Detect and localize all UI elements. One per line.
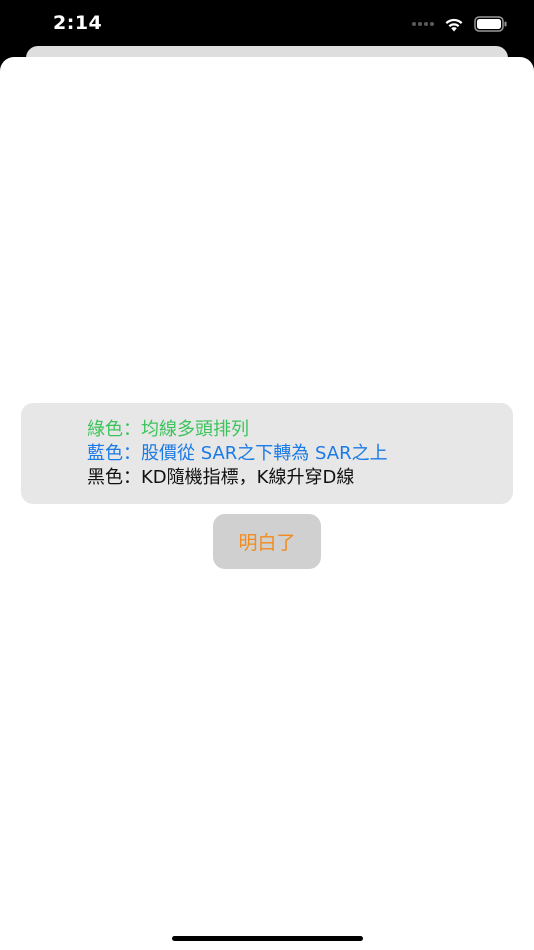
- legend-blue-line: 藍色：股價從 SAR之下轉為 SAR之上: [87, 443, 388, 464]
- legend-info-box: 綠色：均線多頭排列 藍色：股價從 SAR之下轉為 SAR之上 黑色：KD隨機指標…: [21, 403, 513, 504]
- status-icons: [412, 14, 508, 34]
- confirm-button[interactable]: 明白了: [213, 514, 321, 569]
- cellular-signal-icon: [412, 22, 434, 26]
- status-bar: 2:14: [0, 0, 534, 48]
- status-time: 2:14: [53, 12, 103, 34]
- screen: 2:14 綠色：均線多頭排列 藍色：股價從 SAR之下轉為 SAR之上 黑色：K…: [0, 0, 534, 950]
- legend-green-line: 綠色：均線多頭排列: [87, 419, 249, 440]
- home-indicator[interactable]: [172, 936, 363, 941]
- legend-black-line: 黑色：KD隨機指標，K線升穿D線: [87, 467, 355, 488]
- wifi-icon: [445, 18, 463, 31]
- battery-icon: [474, 16, 507, 32]
